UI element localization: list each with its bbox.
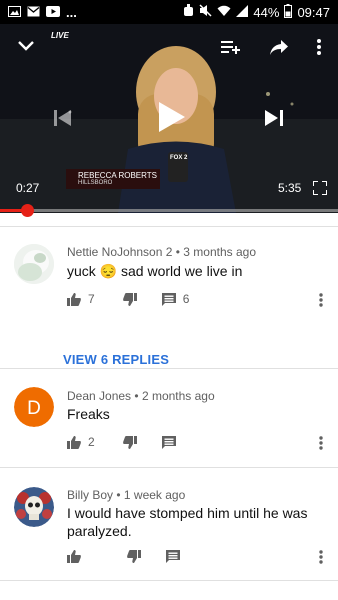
meta-separator: • — [116, 488, 121, 502]
comment-age: 2 months ago — [141, 389, 215, 403]
avatar[interactable] — [14, 244, 54, 284]
comment-age: 1 week ago — [123, 488, 186, 502]
comment-actions: 7 6 — [67, 289, 189, 309]
gallery-icon — [8, 5, 21, 20]
thumbs-up-icon — [67, 292, 81, 306]
dislike-button[interactable] — [127, 549, 141, 563]
reply-count: 6 — [182, 292, 190, 306]
meta-separator: • — [134, 389, 139, 403]
lower-third-name: REBECCA ROBERTS — [78, 171, 157, 180]
avatar[interactable]: D — [14, 387, 54, 427]
more-options-button[interactable] — [311, 36, 327, 58]
comment-item: Billy Boy • 1 week ago I would have stom… — [0, 468, 338, 580]
reply-button[interactable]: 6 — [161, 292, 190, 306]
status-bar: ... 44% 09:47 — [0, 0, 338, 24]
comment-meta: Billy Boy • 1 week ago — [67, 488, 185, 502]
chevron-down-icon — [18, 41, 34, 51]
seek-bar[interactable] — [0, 204, 338, 217]
mute-icon — [199, 4, 212, 20]
more-vert-icon — [319, 550, 323, 564]
like-count: 7 — [88, 292, 95, 306]
alarm-icon — [183, 4, 194, 20]
comment-text: I would have stomped him until he was pa… — [67, 505, 308, 539]
avatar-letter: D — [14, 387, 54, 427]
comment-author[interactable]: Billy Boy — [67, 488, 113, 502]
youtube-icon — [46, 5, 60, 20]
live-badge: LIVE — [51, 31, 69, 40]
dislike-button[interactable] — [122, 435, 137, 449]
seek-bar-thumb[interactable] — [20, 204, 34, 217]
avatar-image — [14, 244, 54, 284]
comment-item: D Dean Jones • 2 months ago Freaks 2 — [0, 369, 338, 467]
previous-button[interactable] — [50, 105, 76, 131]
comment-actions: 2 — [67, 432, 176, 452]
collapse-button[interactable] — [14, 34, 38, 58]
comment-text: yuck 😔 sad world we live in — [67, 263, 243, 279]
play-icon — [159, 102, 185, 132]
wifi-icon — [217, 5, 231, 20]
comment-actions — [67, 546, 180, 566]
fullscreen-icon — [313, 181, 327, 195]
signal-icon — [236, 4, 249, 20]
comment-item: Nettie NoJohnson 2 • 3 months ago yuck 😔… — [0, 227, 338, 367]
dislike-button[interactable] — [122, 292, 137, 306]
avatar-image — [14, 487, 54, 527]
skip-previous-icon — [54, 110, 71, 126]
comment-icon — [161, 435, 176, 449]
comment-meta: Dean Jones • 2 months ago — [67, 389, 215, 403]
clock: 09:47 — [297, 4, 330, 20]
skip-next-icon — [265, 110, 283, 126]
lower-third-place: HILLSBORO — [78, 180, 113, 186]
share-icon — [270, 39, 288, 55]
like-count: 2 — [88, 435, 95, 449]
view-replies-button[interactable]: VIEW 6 REPLIES — [63, 352, 169, 367]
comment-menu-button[interactable] — [314, 290, 328, 310]
thumbs-down-icon — [127, 549, 141, 563]
thumbs-up-icon — [67, 549, 81, 563]
comment-icon — [161, 292, 176, 306]
like-button[interactable]: 7 — [67, 292, 95, 306]
video-player[interactable]: REBECCA ROBERTS HILLSBORO FOX 2 LIVE 0:2… — [0, 24, 338, 213]
comment-age: 3 months ago — [183, 245, 257, 259]
more-vert-icon — [319, 436, 323, 450]
mail-icon — [27, 5, 40, 20]
meta-separator: • — [175, 245, 180, 259]
playlist-add-icon — [221, 41, 240, 54]
comment-text: Freaks — [67, 406, 110, 422]
thumbs-down-icon — [122, 292, 137, 306]
avatar-initial: D — [27, 398, 41, 419]
comment-menu-button[interactable] — [314, 433, 328, 453]
next-button[interactable] — [261, 105, 287, 131]
more-vert-icon — [319, 293, 323, 307]
comment-meta: Nettie NoJohnson 2 • 3 months ago — [67, 245, 256, 259]
divider — [0, 580, 338, 581]
thumbs-up-icon — [67, 435, 81, 449]
more-notifications: ... — [66, 4, 77, 20]
duration-time: 5:35 — [278, 181, 302, 195]
more-vert-icon — [317, 39, 321, 55]
lower-third: REBECCA ROBERTS HILLSBORO — [66, 169, 160, 189]
fullscreen-button[interactable] — [310, 178, 330, 198]
reply-button[interactable] — [166, 549, 180, 563]
comment-icon — [166, 549, 180, 563]
play-button[interactable] — [154, 98, 190, 136]
avatar[interactable] — [14, 487, 54, 527]
thumbs-down-icon — [122, 435, 137, 449]
like-button[interactable] — [67, 549, 81, 563]
share-button[interactable] — [267, 36, 291, 58]
mic-flag: FOX 2 — [170, 155, 188, 161]
elapsed-time: 0:27 — [16, 181, 40, 195]
comment-author[interactable]: Dean Jones — [67, 389, 131, 403]
reply-button[interactable] — [161, 435, 176, 449]
like-button[interactable]: 2 — [67, 435, 95, 449]
battery-percent: 44% — [253, 4, 280, 20]
comment-menu-button[interactable] — [314, 547, 328, 567]
add-to-playlist-button[interactable] — [219, 36, 243, 58]
comment-author[interactable]: Nettie NoJohnson 2 — [67, 245, 172, 259]
battery-icon — [284, 3, 293, 21]
